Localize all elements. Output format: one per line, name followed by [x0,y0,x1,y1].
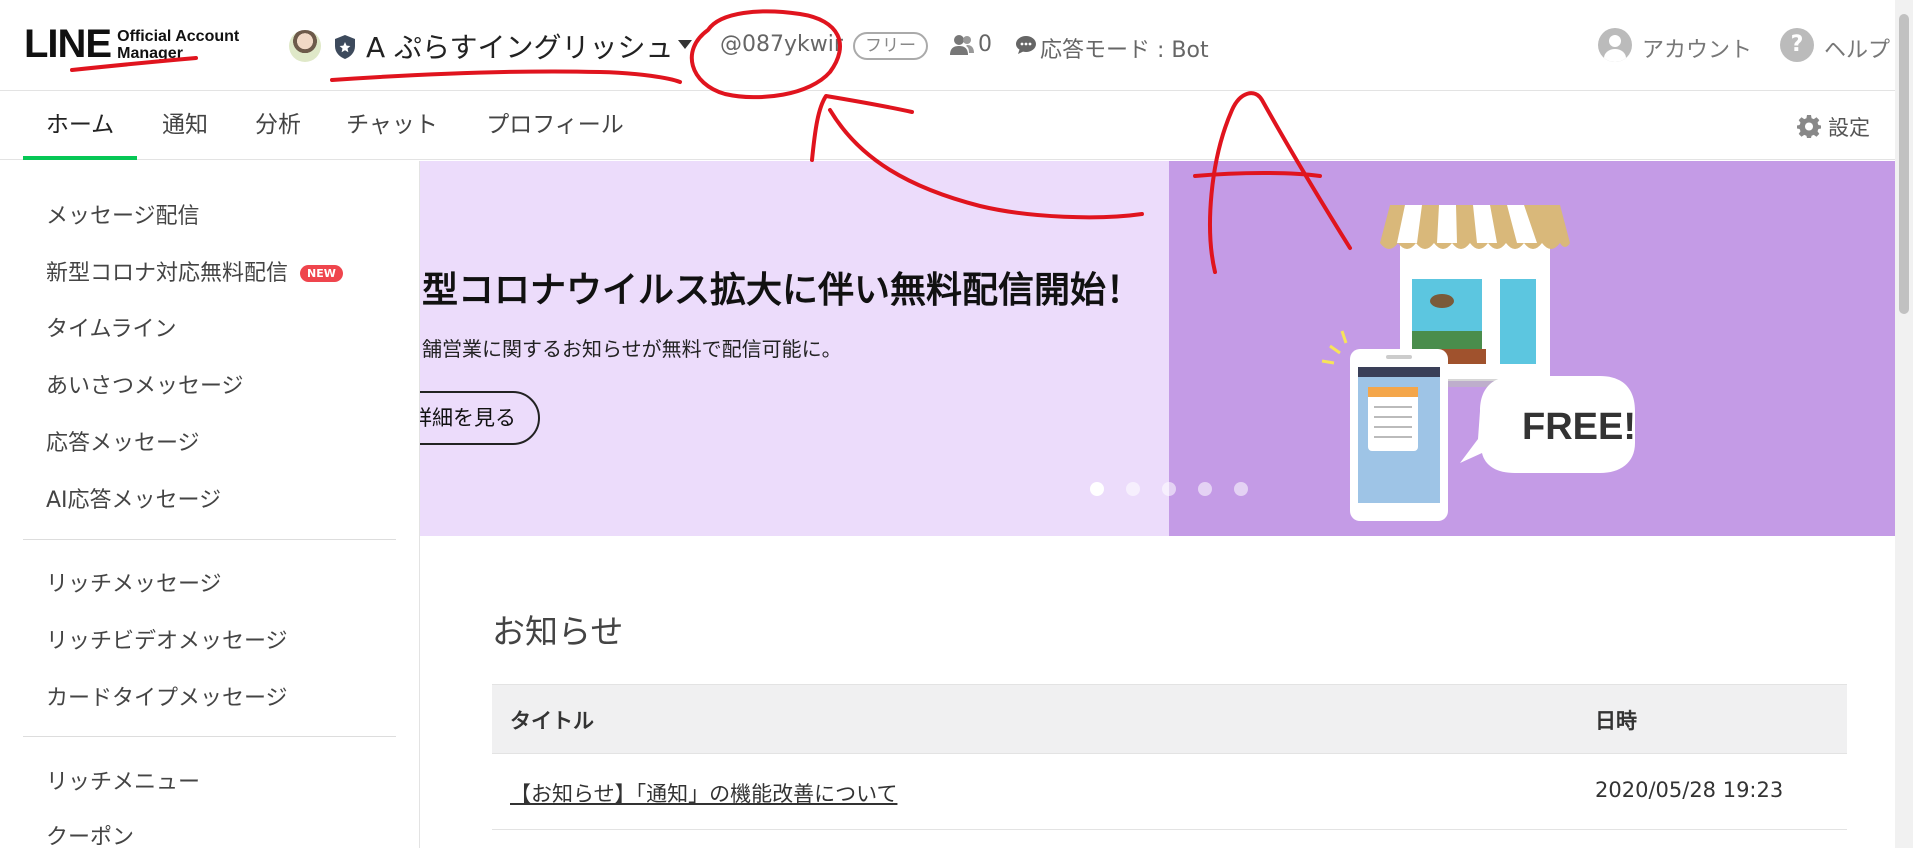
friends-count: 0 [978,32,992,57]
sidebar-item-ai-response[interactable]: AI応答メッセージ [46,482,221,514]
shield-icon [335,35,355,59]
table-header: タイトル 日時 [492,684,1847,754]
notice-date: 2020/05/28 19:23 [1595,778,1784,802]
banner-details-button[interactable]: 詳細を見る [420,391,540,445]
tab-notifications[interactable]: 通知 [150,92,220,160]
carousel-dot[interactable] [1090,482,1104,496]
sidebar-item-rich-menu[interactable]: リッチメニュー [46,764,200,796]
user-icon[interactable] [1598,28,1632,62]
carousel-dots [1090,482,1270,496]
sidebar-item-rich-video-message[interactable]: リッチビデオメッセージ [46,623,288,655]
notices-heading: お知らせ [492,612,624,651]
sidebar-item-message-delivery[interactable]: メッセージ配信 [46,198,200,230]
sidebar: メッセージ配信 新型コロナ対応無料配信 NEW タイムライン あいさつメッセージ … [0,161,420,848]
page-scrollbar-thumb[interactable] [1899,14,1909,314]
top-header: LINE Official Account Manager A ぷらすイングリッ… [0,0,1913,91]
new-badge: NEW [300,265,343,282]
logo-sub-line-1: Official Account [117,27,240,45]
plan-badge: フリー [853,32,928,60]
account-name[interactable]: A ぷらすイングリッシュ [366,26,674,66]
sidebar-item-auto-response[interactable]: 応答メッセージ [46,425,200,457]
sidebar-item-covid-free-delivery[interactable]: 新型コロナ対応無料配信 NEW [46,255,343,287]
sidebar-item-greeting-message[interactable]: あいさつメッセージ [46,368,244,400]
banner-subtext: 舗営業に関するお知らせが無料で配信可能に。 [422,337,842,361]
sidebar-item-card-message[interactable]: カードタイプメッセージ [46,680,288,712]
sidebar-item-timeline[interactable]: タイムライン [46,311,176,343]
tab-chat[interactable]: チャット [340,92,444,160]
chevron-down-icon[interactable] [678,40,692,49]
tab-home[interactable]: ホーム [23,92,137,160]
account-menu-button[interactable]: アカウント [1642,32,1752,64]
shop-phone-illustration: FREE! [1321,205,1636,521]
sidebar-item-label: 新型コロナ対応無料配信 [46,261,289,286]
carousel-dot[interactable] [1126,482,1140,496]
line-oam-logo[interactable]: LINE Official Account Manager [24,22,239,67]
banner-headline: 型コロナウイルス拡大に伴い無料配信開始！ [422,270,1143,311]
column-header-date: 日時 [1595,709,1637,733]
logo-subtitle: Official Account Manager [117,28,239,62]
logo-line-text: LINE [24,22,112,66]
notice-title-link[interactable]: 【お知らせ】「通知」の機能改善について [510,778,897,808]
help-icon[interactable]: ? [1780,28,1814,62]
carousel-dot[interactable] [1198,482,1212,496]
carousel-dot[interactable] [1162,482,1176,496]
carousel-dot[interactable] [1234,482,1248,496]
tab-analytics[interactable]: 分析 [243,92,313,160]
sidebar-divider [23,736,396,737]
logo-sub-line-2: Manager [117,44,183,62]
account-avatar[interactable] [289,30,321,62]
column-header-title: タイトル [510,709,594,733]
table-row: 【お知らせ】「通知」の機能改善について 2020/05/28 19:23 [492,754,1847,830]
illustration-free-text: FREE! [1522,406,1636,448]
sidebar-divider [23,539,396,540]
friends-icon [950,35,974,55]
gear-icon[interactable] [1797,114,1821,138]
notices-table: タイトル 日時 【お知らせ】「通知」の機能改善について 2020/05/28 1… [492,684,1847,830]
promo-banner-carousel[interactable]: 型コロナウイルス拡大に伴い無料配信開始！ 舗営業に関するお知らせが無料で配信可能… [420,161,1895,536]
sidebar-item-rich-message[interactable]: リッチメッセージ [46,566,222,598]
response-mode-status[interactable]: 応答モード : Bot [1040,32,1209,64]
sidebar-item-coupon[interactable]: クーポン [46,819,134,848]
tab-profile[interactable]: プロフィール [480,92,630,160]
help-menu-button[interactable]: ヘルプ [1824,32,1894,64]
chat-bubble-icon [1016,36,1036,54]
main-nav: ホーム 通知 分析 チャット プロフィール 設定 [0,92,1913,160]
settings-link[interactable]: 設定 [1828,112,1870,142]
basic-id: @087ykwir [720,32,843,57]
